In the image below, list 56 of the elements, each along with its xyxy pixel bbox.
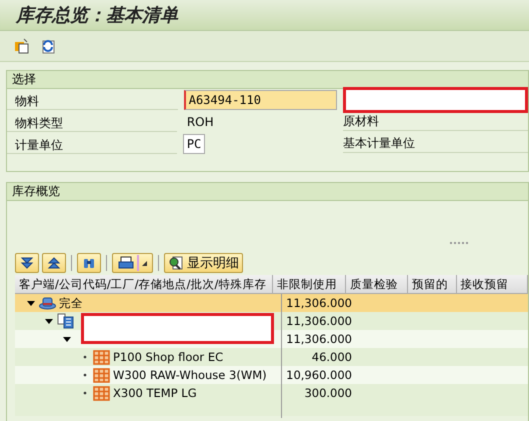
field-label: 计量单位 <box>7 134 177 154</box>
show-details-button[interactable]: 显示明细 <box>164 253 243 273</box>
tree-label: 完全 <box>59 296 83 310</box>
expand-toggle-icon[interactable] <box>27 299 35 307</box>
dropdown-icon <box>142 260 147 266</box>
bullet-icon <box>81 353 89 361</box>
print-button[interactable] <box>112 253 153 273</box>
tree-label: W300 RAW-Whouse 3(WM) <box>113 368 267 382</box>
collapse-all-button[interactable] <box>42 253 66 273</box>
column-header[interactable]: 非限制使用 <box>273 275 346 293</box>
window-title: 库存总览：基本清单 <box>16 4 178 27</box>
shelf-icon <box>93 350 110 364</box>
quantity-cell-text: 11,306.000 <box>285 295 353 312</box>
double-down-arrow-icon <box>20 256 34 270</box>
field-label: 物料类型 <box>7 112 177 132</box>
tree-label: P100 Shop floor EC <box>113 350 224 364</box>
double-up-arrow-icon <box>47 256 61 270</box>
quantity-cell-text: 10,960.000 <box>285 367 353 384</box>
expand-toggle-icon[interactable] <box>63 335 71 343</box>
building-icon <box>57 313 74 329</box>
column-header[interactable]: 预留的 <box>408 275 457 293</box>
input-field[interactable]: PC <box>182 134 206 154</box>
magnifier-icon <box>168 256 184 270</box>
column-header[interactable]: 接收预留 <box>456 275 528 293</box>
field-description: 基本计量单位 <box>342 135 528 153</box>
shelf-icon <box>93 386 110 400</box>
find-button[interactable] <box>77 253 101 273</box>
field-value: ROH <box>186 115 214 129</box>
tree-row[interactable]: P100 Shop floor EC 46.000 <box>15 348 528 366</box>
input-field[interactable]: A63494-110 <box>184 90 337 110</box>
refresh-icon[interactable] <box>40 38 56 54</box>
column-header[interactable]: 质量检验 <box>346 275 408 293</box>
group-title: 库存概览 <box>12 183 60 200</box>
quantity-cell-text: 46.000 <box>310 349 353 366</box>
tree-row[interactable]: 11,306.000 <box>15 330 528 348</box>
binoculars-icon <box>82 256 96 270</box>
field-label: 物料 <box>7 90 178 110</box>
column-header[interactable]: 客户端/公司代码/工厂/存储地点/批次/特殊库存 <box>15 275 273 293</box>
splitter-grip[interactable] <box>450 242 468 246</box>
field-description: 原材料 <box>342 113 528 131</box>
tree-row[interactable]: 完全 11,306.000 <box>15 294 528 312</box>
tree-label: X300 TEMP LG <box>113 386 197 400</box>
quantity-cell-text: 300.000 <box>303 385 353 402</box>
bullet-icon <box>81 371 89 379</box>
quantity-cell-text: 11,306.000 <box>285 313 353 330</box>
tree-row[interactable]: X300 TEMP LG 300.000 <box>15 384 528 402</box>
quantity-cell-text: 11,306.000 <box>285 331 353 348</box>
tree-row[interactable]: 11,306.000 <box>15 312 528 330</box>
printer-icon <box>118 256 134 270</box>
group-title: 选择 <box>12 71 36 88</box>
bullet-icon <box>81 389 89 397</box>
expand-toggle-icon[interactable] <box>45 317 53 325</box>
expand-all-button[interactable] <box>15 253 39 273</box>
shelf-icon <box>93 368 110 382</box>
hat-icon <box>39 296 56 310</box>
page-icon[interactable] <box>14 38 30 54</box>
